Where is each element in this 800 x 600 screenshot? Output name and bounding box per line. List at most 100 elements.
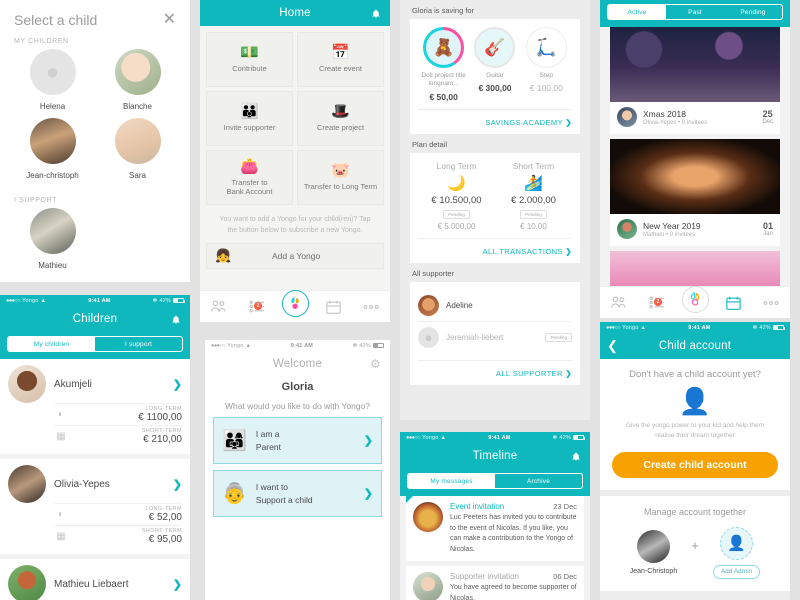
tab-more[interactable] — [352, 304, 390, 310]
action-transfer-long-term[interactable]: 🐷 Transfer to Long Term — [297, 150, 384, 205]
message-row[interactable]: Supporter invitation 06 Dec You have agr… — [406, 566, 584, 600]
action-create-project[interactable]: 🎩 Create project — [297, 91, 384, 146]
child-row[interactable]: Akumjeli ❯ ◐ LONG-TERM € 1100,00 ▦ SHORT… — [0, 359, 190, 454]
action-label: Create project — [316, 123, 365, 133]
add-admin-cell[interactable]: 👤 Add Admin — [712, 526, 761, 579]
tab-my-messages[interactable]: My messages — [408, 474, 495, 488]
guitar-icon: 🎸 — [474, 27, 516, 68]
plus-icon: + — [691, 538, 699, 554]
tab-i-support[interactable]: I support — [95, 337, 182, 351]
carrier-label: Yongo — [22, 297, 39, 304]
select-child-header: Select a child ✕ — [0, 0, 190, 29]
tab-timeline[interactable]: 2 — [238, 300, 276, 313]
battery-label: 42% — [359, 342, 371, 349]
action-label: Invite supporter — [223, 123, 276, 133]
event-day: 01 — [762, 221, 773, 231]
event-meta: Olivia-Yepes • 0 invitees — [643, 119, 708, 126]
action-invite-supporter[interactable]: 👪 Invite supporter — [206, 91, 293, 146]
bell-icon[interactable] — [371, 8, 381, 19]
goal-item[interactable]: 🛴 Step € 100,00 — [521, 27, 572, 102]
supporter-card: Adeline ● Jeremiah-liebert Pending ALL S… — [410, 281, 580, 385]
carrier-label: Yongo — [622, 324, 639, 331]
chevron-right-icon: ❯ — [565, 246, 572, 256]
scooter-icon: 🛴 — [525, 27, 567, 68]
tab-family[interactable] — [200, 300, 238, 313]
child-option[interactable]: Jean-christoph — [10, 118, 95, 181]
tab-more[interactable] — [752, 300, 790, 306]
all-supporter-label: ALL SUPPORTER — [495, 368, 563, 378]
child-row[interactable]: Olivia-Yepes ❯ ◐ LONG-TERM € 52,00 ▦ SHO… — [0, 459, 190, 554]
tab-pending[interactable]: Pending — [724, 5, 782, 19]
notification-badge: 2 — [254, 302, 262, 310]
chevron-right-icon: ❯ — [565, 117, 572, 127]
chevron-right-icon: ❯ — [363, 435, 373, 447]
child-option[interactable]: Mathieu — [10, 208, 95, 271]
navbar-title: Children — [72, 313, 118, 325]
long-term-icon: ◐ — [57, 509, 65, 520]
all-transactions-link[interactable]: ALL TRANSACTIONS ❯ — [483, 247, 572, 256]
option-line2: Support a child — [255, 494, 313, 505]
tab-calendar[interactable] — [314, 300, 352, 314]
savings-academy-link[interactable]: SAVINGS ACADEMY ❯ — [485, 118, 572, 127]
goal-item[interactable]: 🎸 Guitar € 300,00 — [469, 27, 520, 102]
chevron-right-icon: ❯ — [172, 478, 182, 491]
child-name: Olivia-Yepes — [54, 478, 110, 490]
action-create-event[interactable]: 📅 Create event — [297, 32, 384, 87]
bell-icon[interactable] — [171, 314, 181, 325]
goal-progress-ring: 🧸 — [423, 27, 465, 68]
navbar-title: Child account — [658, 340, 732, 352]
tab-active[interactable]: Active — [608, 5, 666, 19]
child-option[interactable]: Blanche — [95, 49, 180, 112]
plan-short-term[interactable]: Short Term 🏄 € 2.000,00 Pending € 10,00 — [495, 161, 572, 231]
piggy-bank-icon: 🐷 — [331, 162, 350, 180]
family-parent-icon: 👨‍👩‍👧 — [222, 430, 247, 452]
action-transfer-bank[interactable]: 👛 Transfer to Bank Account — [206, 150, 293, 205]
status-bar: ●●●○○ Yongo ▲ 9:41 AM ✻ 42% — [205, 340, 390, 351]
event-card[interactable]: New Year 2019 Mathieu • 0 invitees 01 Ja… — [610, 139, 780, 246]
goal-item[interactable]: 🧸 Doll project title longnam... € 50,00 — [418, 27, 469, 102]
avatar: ● — [29, 49, 76, 95]
navbar: Welcome ⚙ — [205, 351, 390, 377]
message-row[interactable]: Event invitation 23 Dec Luc Peeters has … — [406, 496, 584, 561]
add-admin-button[interactable]: Add Admin — [712, 564, 761, 579]
plan-pending-amount: € 5.000,00 — [437, 221, 476, 231]
action-contribute[interactable]: 💵 Contribute — [206, 32, 293, 87]
tab-calendar[interactable] — [714, 296, 752, 310]
child-name: Blanche — [123, 102, 152, 111]
wifi-icon: ▲ — [640, 324, 647, 331]
tab-yongo-home[interactable] — [676, 285, 714, 313]
plan-long-term[interactable]: Long Term 🌙 € 10.500,00 Pending € 5.000,… — [418, 161, 495, 231]
supporter-row[interactable]: ● Jeremiah-liebert Pending — [418, 320, 572, 353]
home-screen: Home 💵 Contribute 📅 Create event 👪 Invit… — [200, 0, 390, 322]
option-parent[interactable]: 👨‍👩‍👧 I am a Parent ❯ — [213, 417, 382, 464]
bell-icon[interactable] — [571, 451, 581, 462]
short-term-icon: ▦ — [56, 431, 66, 442]
option-supporter[interactable]: 👵 I want to Support a child ❯ — [213, 470, 382, 517]
chevron-left-icon[interactable]: ❮ — [607, 338, 618, 354]
all-supporter-link[interactable]: ALL SUPPORTER ❯ — [496, 369, 572, 378]
admin-user[interactable]: Jean-Christoph — [630, 530, 677, 575]
battery-icon — [373, 343, 385, 348]
tab-archive[interactable]: Archive — [495, 474, 582, 488]
event-card[interactable]: Xmas 2018 Olivia-Yepes • 0 invitees 25 D… — [610, 27, 780, 134]
option-line1: I want to — [255, 482, 289, 493]
plan-pending-amount: € 10,00 — [520, 221, 547, 231]
gear-icon[interactable]: ⚙ — [370, 357, 381, 371]
tab-timeline[interactable]: 2 — [638, 296, 676, 309]
event-image — [610, 27, 780, 102]
user-name: Gloria — [205, 377, 390, 393]
supporter-row[interactable]: Adeline — [418, 290, 572, 321]
tab-family[interactable] — [600, 296, 638, 309]
tab-yongo-home[interactable] — [276, 289, 314, 317]
child-option[interactable]: Sara — [95, 118, 180, 181]
carrier-label: Yongo — [422, 434, 439, 441]
child-option[interactable]: ● Helena — [10, 49, 95, 112]
close-icon[interactable]: ✕ — [163, 12, 176, 28]
tab-my-children[interactable]: My children — [8, 337, 95, 351]
wifi-icon: ▲ — [245, 342, 252, 349]
tab-past[interactable]: Past — [666, 5, 724, 19]
child-row[interactable]: Mathieu Liebaert ❯ ◐ LONG-TERM € 180,00 … — [0, 559, 190, 600]
quick-actions-grid: 💵 Contribute 📅 Create event 👪 Invite sup… — [200, 26, 390, 205]
create-child-account-button[interactable]: Create child account — [612, 451, 778, 478]
add-yongo-button[interactable]: 👧 Add a Yongo — [206, 243, 384, 269]
